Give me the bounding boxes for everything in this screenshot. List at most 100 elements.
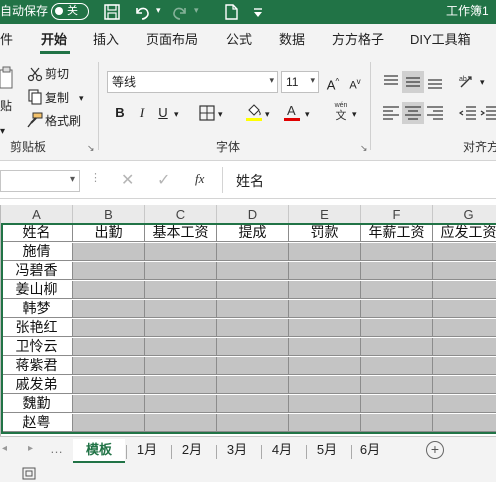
tab-data[interactable]: 数据 xyxy=(279,32,305,48)
phonetic-dropdown-icon[interactable]: ▾ xyxy=(352,106,357,122)
save-icon[interactable] xyxy=(102,2,122,22)
formula-input[interactable]: 姓名 xyxy=(236,172,264,190)
decrease-font-size-button[interactable]: Av xyxy=(344,71,366,93)
tab-diy-toolbox[interactable]: DIY工具箱 xyxy=(410,32,471,48)
copy-dropdown-icon[interactable]: ▾ xyxy=(79,90,84,106)
data-cell[interactable] xyxy=(73,319,145,337)
data-cell[interactable] xyxy=(217,262,289,280)
data-cell[interactable] xyxy=(361,300,433,318)
copy-icon[interactable] xyxy=(27,89,43,105)
paste-icon[interactable] xyxy=(0,66,14,92)
tab-fangfang-gezi[interactable]: 方方格子 xyxy=(332,32,384,48)
name-cell[interactable]: 冯碧香 xyxy=(1,262,73,280)
data-cell[interactable] xyxy=(433,319,496,337)
data-cell[interactable] xyxy=(145,376,217,394)
name-cell[interactable]: 张艳红 xyxy=(1,319,73,337)
data-cell[interactable] xyxy=(145,319,217,337)
orientation-dropdown-icon[interactable]: ▾ xyxy=(480,74,485,90)
phonetic-guide-button[interactable]: wén 文 xyxy=(330,101,352,125)
scroll-right-icon[interactable]: ▸ xyxy=(28,443,33,454)
data-cell[interactable] xyxy=(217,300,289,318)
data-cell[interactable] xyxy=(289,414,361,432)
underline-dropdown-icon[interactable]: ▾ xyxy=(174,106,179,122)
scroll-left-icon[interactable]: ◂ xyxy=(2,443,7,454)
name-cell[interactable]: 姜山柳 xyxy=(1,281,73,299)
data-cell[interactable] xyxy=(289,376,361,394)
header-cell[interactable]: 姓名 xyxy=(1,224,73,242)
align-top-icon[interactable] xyxy=(380,71,402,93)
tab-page-layout[interactable]: 页面布局 xyxy=(146,32,198,48)
data-cell[interactable] xyxy=(433,414,496,432)
clipboard-launcher-icon[interactable]: ↘ xyxy=(87,140,95,156)
bold-button[interactable]: B xyxy=(109,102,131,124)
name-cell[interactable]: 韩梦 xyxy=(1,300,73,318)
data-cell[interactable] xyxy=(433,262,496,280)
data-cell[interactable] xyxy=(145,414,217,432)
align-center-button[interactable] xyxy=(402,102,424,124)
data-cell[interactable] xyxy=(361,319,433,337)
chevron-down-icon[interactable]: ▾ xyxy=(70,174,75,185)
column-header-g[interactable]: G xyxy=(433,205,496,225)
header-cell[interactable]: 年薪工资 xyxy=(361,224,433,242)
data-cell[interactable] xyxy=(145,281,217,299)
data-cell[interactable] xyxy=(73,338,145,356)
format-painter-label[interactable]: 格式刷 xyxy=(45,113,81,129)
header-cell[interactable]: 基本工资 xyxy=(145,224,217,242)
enter-icon[interactable]: ✓ xyxy=(157,170,170,190)
sheet-tab[interactable]: 模板 xyxy=(73,439,125,463)
column-header-c[interactable]: C xyxy=(145,205,217,225)
data-cell[interactable] xyxy=(433,357,496,375)
undo-icon[interactable] xyxy=(132,2,152,22)
name-cell[interactable]: 魏勤 xyxy=(1,395,73,413)
sheet-tab[interactable]: 2月 xyxy=(172,439,212,463)
data-cell[interactable] xyxy=(73,357,145,375)
data-cell[interactable] xyxy=(145,395,217,413)
data-cell[interactable] xyxy=(73,414,145,432)
data-cell[interactable] xyxy=(217,319,289,337)
align-bottom-icon[interactable] xyxy=(424,71,446,93)
macro-record-icon[interactable] xyxy=(22,467,36,480)
worksheet-grid[interactable]: A B C D E F G 姓名 出勤 基本工资 提成 罚款 年薪工资 应发工资 施倩 冯碧香 姜山柳 韩梦 张艳红… xyxy=(0,199,496,436)
data-cell[interactable] xyxy=(361,281,433,299)
header-cell[interactable]: 罚款 xyxy=(289,224,361,242)
formula-bar-grip-icon[interactable]: ⋮ xyxy=(90,171,101,184)
name-cell[interactable]: 赵粤 xyxy=(1,414,73,432)
data-cell[interactable] xyxy=(73,281,145,299)
font-name-select[interactable]: 等线 ▾ xyxy=(107,71,278,93)
data-cell[interactable] xyxy=(217,338,289,356)
name-cell[interactable]: 施倩 xyxy=(1,243,73,261)
data-cell[interactable] xyxy=(217,281,289,299)
borders-icon[interactable] xyxy=(199,105,215,121)
name-cell[interactable]: 戚发弟 xyxy=(1,376,73,394)
data-cell[interactable] xyxy=(145,338,217,356)
decrease-indent-icon[interactable] xyxy=(457,102,479,124)
data-cell[interactable] xyxy=(217,357,289,375)
sheet-tab[interactable]: 3月 xyxy=(217,439,257,463)
tab-file[interactable]: 件 xyxy=(0,32,13,48)
data-cell[interactable] xyxy=(73,395,145,413)
italic-button[interactable]: I xyxy=(131,102,153,124)
column-header-f[interactable]: F xyxy=(361,205,433,225)
data-cell[interactable] xyxy=(289,243,361,261)
data-cell[interactable] xyxy=(361,395,433,413)
name-cell[interactable]: 卫怜云 xyxy=(1,338,73,356)
header-cell[interactable]: 出勤 xyxy=(73,224,145,242)
cancel-icon[interactable]: ✕ xyxy=(121,170,134,190)
new-file-icon[interactable] xyxy=(221,2,241,22)
data-cell[interactable] xyxy=(289,281,361,299)
data-cell[interactable] xyxy=(289,357,361,375)
data-cell[interactable] xyxy=(289,319,361,337)
tab-formulas[interactable]: 公式 xyxy=(226,32,252,48)
name-box[interactable]: ▾ xyxy=(0,170,80,192)
paste-label[interactable]: 贴 xyxy=(0,98,12,114)
tab-home[interactable]: 开始 xyxy=(41,32,67,48)
font-color-dropdown-icon[interactable]: ▾ xyxy=(305,106,310,122)
column-header-b[interactable]: B xyxy=(73,205,145,225)
increase-indent-icon[interactable] xyxy=(480,102,496,124)
insert-function-button[interactable]: fx xyxy=(195,171,204,187)
data-cell[interactable] xyxy=(73,243,145,261)
align-right-icon[interactable] xyxy=(424,102,446,124)
fill-color-icon[interactable] xyxy=(245,102,263,122)
data-cell[interactable] xyxy=(361,262,433,280)
name-cell[interactable]: 蒋紫君 xyxy=(1,357,73,375)
